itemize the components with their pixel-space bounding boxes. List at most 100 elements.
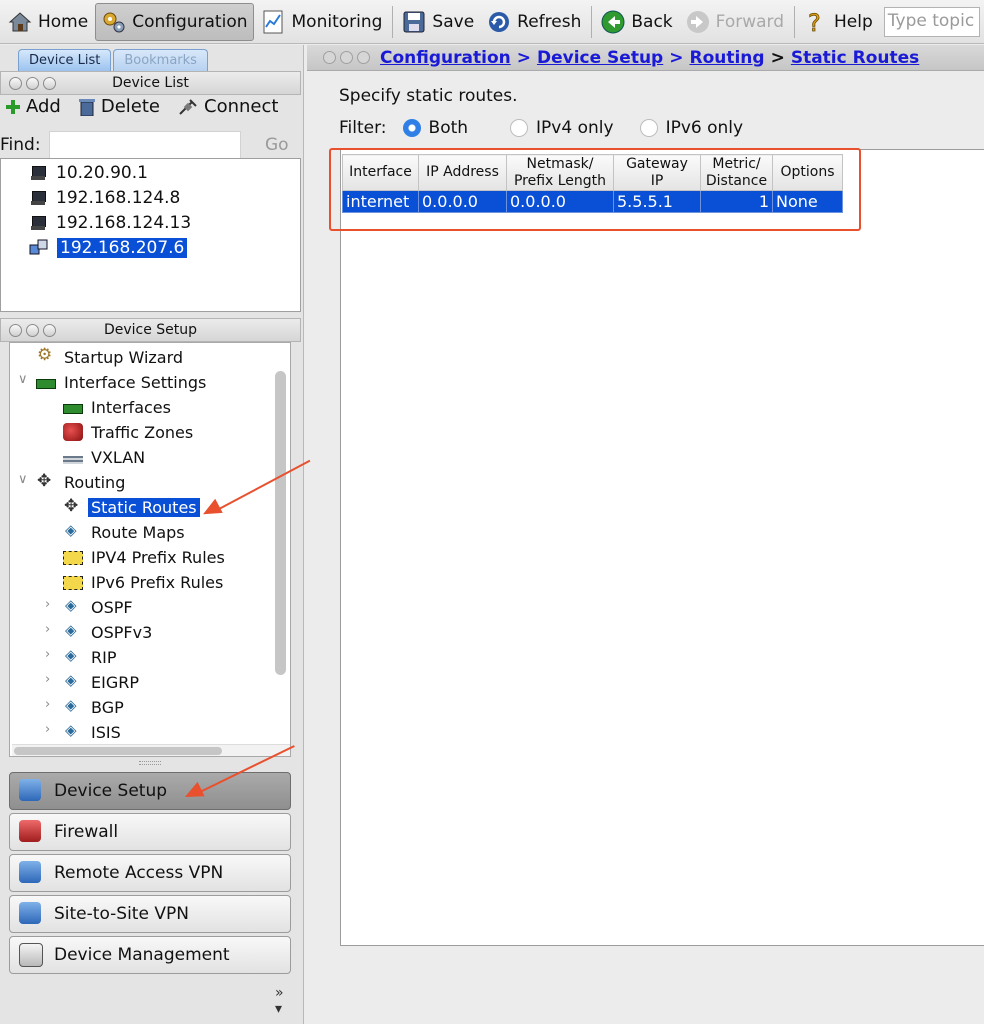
save-button[interactable]: Save bbox=[396, 3, 479, 41]
window-controls bbox=[323, 51, 370, 64]
tree-item-static-routes[interactable]: Static Routes bbox=[63, 496, 200, 518]
radio-label: IPv4 only bbox=[536, 118, 614, 138]
tree-item-interfaces[interactable]: Interfaces bbox=[63, 396, 174, 418]
device-item[interactable]: 192.168.124.13 bbox=[31, 212, 194, 234]
routing-protocol-icon bbox=[63, 696, 83, 716]
wizard-icon bbox=[36, 345, 56, 366]
tree-item-isis[interactable]: ISIS bbox=[63, 721, 124, 743]
routing-protocol-icon bbox=[63, 596, 83, 616]
close-dot-icon[interactable] bbox=[9, 77, 22, 90]
tree-item-ipv4-prefix-rules[interactable]: IPV4 Prefix Rules bbox=[63, 546, 228, 568]
tree-item-ipv6-prefix-rules[interactable]: IPv6 Prefix Rules bbox=[63, 571, 226, 593]
monitoring-button[interactable]: Monitoring bbox=[256, 3, 388, 41]
tab-device-list[interactable]: Device List bbox=[18, 49, 112, 71]
device-item[interactable]: 10.20.90.1 bbox=[31, 162, 151, 184]
breadcrumb-trail: Configuration > Device Setup > Routing > Stati… bbox=[380, 48, 919, 68]
device-item-selected[interactable]: 192.168.207.6 bbox=[29, 237, 188, 259]
gears-icon bbox=[101, 9, 127, 35]
nav-site-to-site-vpn[interactable]: Site-to-Site VPN bbox=[9, 895, 291, 933]
breadcrumb-separator: > bbox=[770, 47, 785, 68]
home-button[interactable]: Home bbox=[2, 3, 93, 41]
breadcrumb-configuration[interactable]: Configuration bbox=[380, 48, 511, 68]
find-input[interactable] bbox=[49, 131, 241, 159]
chevron-right-icon[interactable]: › bbox=[45, 647, 50, 662]
tree-item-vxlan[interactable]: VXLAN bbox=[63, 446, 148, 468]
tree-item-ospf[interactable]: OSPF bbox=[63, 596, 136, 618]
tree-item-bgp[interactable]: BGP bbox=[63, 696, 127, 718]
chevron-down-icon[interactable]: ∨ bbox=[18, 472, 28, 487]
find-label: Find: bbox=[0, 135, 41, 155]
tab-bookmarks[interactable]: Bookmarks bbox=[113, 49, 208, 71]
help-label: Help bbox=[834, 11, 873, 32]
device-item[interactable]: 192.168.124.8 bbox=[31, 187, 183, 209]
splitter-grip[interactable] bbox=[139, 761, 161, 765]
computer-icon bbox=[31, 191, 46, 205]
tree-item-eigrp[interactable]: EIGRP bbox=[63, 671, 142, 693]
forward-button[interactable]: Forward bbox=[680, 3, 789, 41]
breadcrumb-device-setup[interactable]: Device Setup bbox=[537, 48, 663, 68]
minimize-dot-icon[interactable] bbox=[26, 324, 39, 337]
device-setup-icon bbox=[16, 777, 46, 805]
computer-icon bbox=[31, 166, 46, 180]
tree-label: Interfaces bbox=[91, 397, 171, 417]
home-icon bbox=[7, 9, 33, 35]
breadcrumb-routing[interactable]: Routing bbox=[689, 48, 764, 68]
maximize-dot-icon[interactable] bbox=[43, 324, 56, 337]
chevron-down-icon[interactable]: ∨ bbox=[18, 372, 28, 387]
filter-both-radio[interactable]: Both bbox=[402, 118, 468, 138]
more-chevron-icon[interactable]: » ▾ bbox=[275, 985, 284, 1017]
filter-ipv6-radio[interactable]: IPv6 only bbox=[639, 118, 744, 138]
tree-item-startup-wizard[interactable]: Startup Wizard bbox=[36, 345, 186, 368]
nav-firewall[interactable]: Firewall bbox=[9, 813, 291, 851]
toolbar-separator bbox=[392, 5, 394, 38]
help-search-input[interactable]: Type topic bbox=[883, 6, 980, 37]
breadcrumb-static-routes[interactable]: Static Routes bbox=[791, 48, 919, 68]
nav-remote-access-vpn[interactable]: Remote Access VPN bbox=[9, 854, 291, 892]
tree-horizontal-scrollbar[interactable] bbox=[12, 744, 290, 756]
tree-vertical-scrollbar[interactable] bbox=[275, 371, 286, 675]
back-button[interactable]: Back bbox=[595, 3, 677, 41]
chevron-right-icon[interactable]: › bbox=[45, 697, 50, 712]
prefix-rule-icon bbox=[63, 576, 83, 590]
svg-text:?: ? bbox=[808, 9, 821, 35]
chevron-right-icon[interactable]: › bbox=[45, 622, 50, 637]
minimize-dot-icon[interactable] bbox=[340, 51, 353, 64]
refresh-button[interactable]: Refresh bbox=[481, 3, 586, 41]
network-card-icon bbox=[36, 379, 56, 389]
nav-device-management[interactable]: Device Management bbox=[9, 936, 291, 974]
go-button[interactable]: Go bbox=[265, 135, 289, 155]
maximize-dot-icon[interactable] bbox=[357, 51, 370, 64]
delete-device-button[interactable]: Delete bbox=[78, 96, 161, 117]
tree-item-rip[interactable]: RIP bbox=[63, 646, 119, 668]
nav-label: Remote Access VPN bbox=[54, 863, 224, 883]
filter-ipv4-radio[interactable]: IPv4 only bbox=[510, 118, 614, 138]
breadcrumb: Configuration > Device Setup > Routing > Stati… bbox=[307, 45, 984, 71]
configuration-button[interactable]: Configuration bbox=[95, 2, 254, 41]
nav-device-setup[interactable]: Device Setup bbox=[9, 772, 291, 810]
chevron-right-icon[interactable]: › bbox=[45, 672, 50, 687]
chevron-right-icon[interactable]: › bbox=[45, 722, 50, 737]
add-device-button[interactable]: Add bbox=[6, 96, 61, 117]
configuration-label: Configuration bbox=[132, 11, 248, 32]
device-address: 192.168.207.6 bbox=[57, 238, 188, 258]
radio-label: IPv6 only bbox=[665, 118, 744, 138]
device-list: 10.20.90.1 192.168.124.8 192.168.124.13 … bbox=[0, 158, 301, 312]
device-setup-title: Device Setup bbox=[103, 322, 198, 338]
route-map-icon bbox=[63, 521, 83, 541]
tree-item-traffic-zones[interactable]: Traffic Zones bbox=[63, 421, 196, 443]
help-button[interactable]: ? Help bbox=[798, 3, 878, 41]
close-dot-icon[interactable] bbox=[323, 51, 336, 64]
connect-device-button[interactable]: Connect bbox=[178, 96, 278, 117]
connect-label: Connect bbox=[204, 96, 279, 117]
scroll-thumb[interactable] bbox=[14, 747, 222, 755]
tree-item-routing[interactable]: Routing bbox=[36, 471, 128, 493]
delete-label: Delete bbox=[100, 96, 161, 117]
close-dot-icon[interactable] bbox=[9, 324, 22, 337]
tree-item-ospfv3[interactable]: OSPFv3 bbox=[63, 621, 155, 643]
left-pane-tabs: Device List Bookmarks bbox=[18, 49, 210, 71]
tree-item-route-maps[interactable]: Route Maps bbox=[63, 521, 188, 543]
minimize-dot-icon[interactable] bbox=[26, 77, 39, 90]
maximize-dot-icon[interactable] bbox=[43, 77, 56, 90]
chevron-right-icon[interactable]: › bbox=[45, 597, 50, 612]
tree-item-interface-settings[interactable]: Interface Settings bbox=[36, 371, 209, 393]
